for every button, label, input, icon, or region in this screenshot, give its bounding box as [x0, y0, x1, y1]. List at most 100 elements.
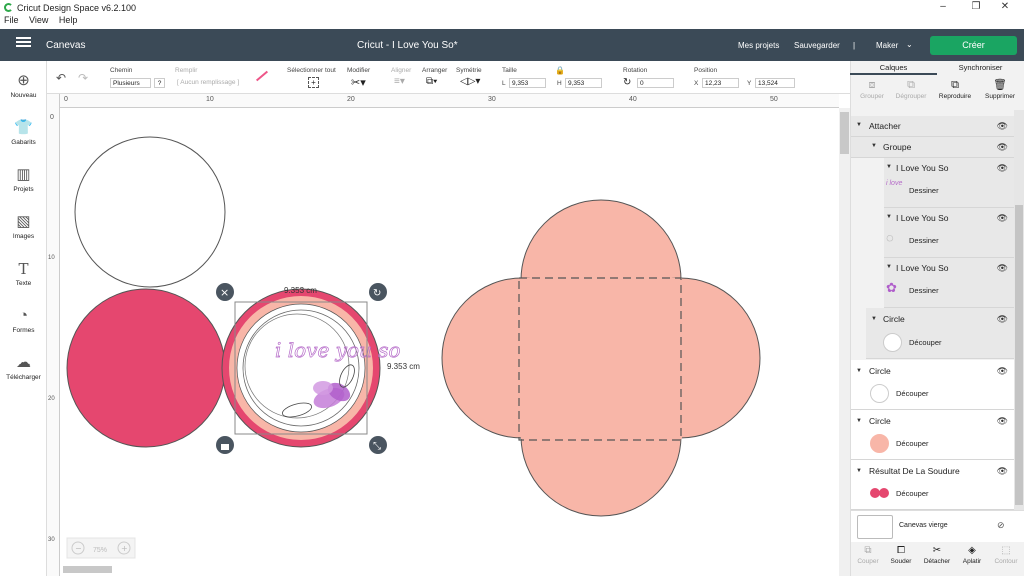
layer-weld-result[interactable]: ▼ Résultat De La Soudure 👁 Découper: [851, 460, 1014, 510]
chevron-down-icon[interactable]: ⌄: [906, 40, 913, 49]
width-label: L: [502, 80, 506, 87]
align-icon[interactable]: ≡▾: [394, 76, 405, 87]
modify-icon[interactable]: ✂▾: [351, 76, 366, 89]
sidebar-item-images[interactable]: ▧ Images: [0, 213, 47, 241]
layer-circle-1[interactable]: ▼ Circle 👁 Découper: [866, 308, 1014, 359]
inner-white-circle[interactable]: [236, 303, 366, 433]
visibility-eye-icon[interactable]: 👁: [997, 263, 1008, 274]
lock-icon[interactable]: 🔒: [555, 66, 565, 75]
sidebar-item-projects[interactable]: ▥ Projets: [0, 167, 47, 194]
weld-icon: ⧠: [897, 545, 905, 556]
machine-select[interactable]: Maker: [876, 41, 898, 50]
flower-thumb-icon: ✿: [886, 280, 897, 295]
save-link[interactable]: Sauvegarder: [794, 41, 840, 50]
zoom-control[interactable]: − + 75%: [66, 537, 136, 559]
menu-file[interactable]: File: [4, 15, 19, 25]
height-dimension: 9.353 cm: [387, 362, 420, 371]
canvas-vertical-scroll-thumb[interactable]: [840, 112, 849, 154]
sidebar-item-templates[interactable]: 👕 Gabarits: [0, 120, 47, 147]
fill-color-swatch[interactable]: [255, 70, 269, 82]
arrange-label: Arranger: [422, 67, 448, 74]
sidebar-item-new[interactable]: ⊕ Nouveau: [0, 73, 47, 100]
layer-circle-2[interactable]: ▼ Circle 👁 Découper: [851, 360, 1014, 410]
layer-love-3[interactable]: ▼ I Love You So 👁 ✿ Dessiner: [884, 258, 1014, 308]
layer-love-1[interactable]: ▼ I Love You So 👁 i love Dessiner: [884, 158, 1014, 208]
arrange-icon[interactable]: ⧉▾: [426, 76, 437, 87]
layer-love-2[interactable]: ▼ I Love You So 👁 ◌ Dessiner: [884, 208, 1014, 258]
left-sidebar: ⊕ Nouveau 👕 Gabarits ▥ Projets ▧ Images …: [0, 61, 47, 576]
lock-handle-icon[interactable]: [216, 436, 234, 454]
visibility-eye-icon[interactable]: 👁: [997, 416, 1008, 427]
blank-canvas-row[interactable]: Canevas vierge ⊘: [851, 510, 1024, 542]
visibility-eye-icon[interactable]: 👁: [997, 121, 1008, 132]
tab-sync[interactable]: Synchroniser: [937, 61, 1024, 75]
canvas-horizontal-scroll-thumb[interactable]: [63, 566, 112, 573]
rotation-input[interactable]: 0: [637, 78, 674, 88]
caret-down-icon: ▼: [871, 316, 877, 322]
menu-help[interactable]: Help: [59, 15, 78, 25]
remplir-select[interactable]: [ Aucun remplissage ]: [177, 79, 239, 86]
my-projects-link[interactable]: Mes projets: [738, 41, 779, 50]
group-button[interactable]: ⧈ Grouper: [851, 79, 893, 100]
position-label: Position: [694, 67, 718, 74]
sidebar-item-upload[interactable]: ☁ Télécharger: [0, 355, 47, 382]
visibility-eye-icon[interactable]: 👁: [997, 163, 1008, 174]
visibility-eye-icon[interactable]: 👁: [997, 466, 1008, 477]
delete-handle-icon[interactable]: ×: [216, 283, 234, 301]
redo-icon[interactable]: ↷: [78, 71, 88, 85]
chemin-select[interactable]: Plusieurs: [110, 78, 151, 88]
project-title: Cricut - I Love You So*: [357, 40, 458, 51]
layers-scroll-thumb[interactable]: [1015, 205, 1023, 505]
select-all-label: Sélectionner tout: [287, 67, 336, 74]
select-all-icon[interactable]: +: [308, 77, 319, 88]
group-icon: ⧈: [868, 79, 876, 91]
flatten-button[interactable]: ◈ Aplatir: [955, 545, 989, 565]
title-bar: Cricut Design Space v6.2.100 – ❐ ✕: [0, 0, 1024, 16]
hidden-eye-icon[interactable]: ⊘: [997, 520, 1005, 531]
slice-button[interactable]: ⧉ Couper: [851, 545, 885, 565]
flip-icon[interactable]: ◁▷▾: [460, 76, 480, 87]
envelope-shape[interactable]: [441, 199, 761, 517]
maximize-button[interactable]: ❐: [961, 1, 991, 15]
delete-button[interactable]: 🗑 Supprimer: [979, 79, 1021, 100]
caret-down-icon: ▼: [856, 468, 862, 474]
visibility-eye-icon[interactable]: 👁: [997, 366, 1008, 377]
image-icon: ▧: [16, 213, 31, 230]
close-window-button[interactable]: ✕: [990, 1, 1020, 15]
sidebar-item-shapes[interactable]: ◔ Formes: [0, 308, 47, 335]
svg-text:↻: ↻: [373, 288, 381, 299]
weld-button[interactable]: ⧠ Souder: [884, 545, 918, 565]
canvas-artwork: i love you so 9.353 cm 9.353 cm × ↻ ⤡ − …: [66, 136, 761, 559]
visibility-eye-icon[interactable]: 👁: [997, 213, 1008, 224]
chemin-help-button[interactable]: ?: [154, 78, 165, 88]
resize-handle-icon[interactable]: ⤡: [369, 436, 387, 454]
create-button[interactable]: Créer: [930, 36, 1017, 55]
white-circle[interactable]: [74, 136, 226, 288]
symmetry-label: Symétrie: [456, 67, 482, 74]
layer-group[interactable]: ▼ Groupe 👁: [851, 137, 1014, 158]
layer-attach[interactable]: ▼ Attacher 👁: [851, 116, 1014, 137]
minimize-button[interactable]: –: [928, 1, 958, 15]
x-input[interactable]: 12,23: [702, 78, 739, 88]
tab-layers[interactable]: Calques: [850, 61, 937, 75]
height-input[interactable]: 9,353: [565, 78, 602, 88]
contour-button[interactable]: ⬚ Contour: [989, 545, 1023, 565]
y-input[interactable]: 13,524: [755, 78, 795, 88]
duplicate-button[interactable]: ⧉ Reproduire: [934, 79, 976, 100]
size-label: Taille: [502, 67, 517, 74]
i-love-you-so-drawing[interactable]: i love you so: [275, 338, 401, 363]
detach-button[interactable]: ✂ Détacher: [920, 545, 954, 565]
design-canvas[interactable]: i love you so 9.353 cm 9.353 cm × ↻ ⤡ − …: [47, 94, 839, 576]
duplicate-icon: ⧉: [951, 79, 959, 91]
ungroup-button[interactable]: ⧉ Dégrouper: [890, 79, 932, 100]
width-input[interactable]: 9,353: [509, 78, 546, 88]
visibility-eye-icon[interactable]: 👁: [997, 314, 1008, 325]
undo-icon[interactable]: ↶: [56, 71, 66, 85]
sidebar-item-text[interactable]: T Texte: [0, 261, 47, 287]
rotate-handle-icon[interactable]: ↻: [369, 283, 387, 301]
hamburger-menu-icon[interactable]: [16, 41, 31, 43]
menu-view[interactable]: View: [29, 15, 48, 25]
layer-circle-3[interactable]: ▼ Circle 👁 Découper: [851, 410, 1014, 460]
visibility-eye-icon[interactable]: 👁: [997, 142, 1008, 153]
canvas-vertical-scrollbar[interactable]: [839, 108, 850, 576]
